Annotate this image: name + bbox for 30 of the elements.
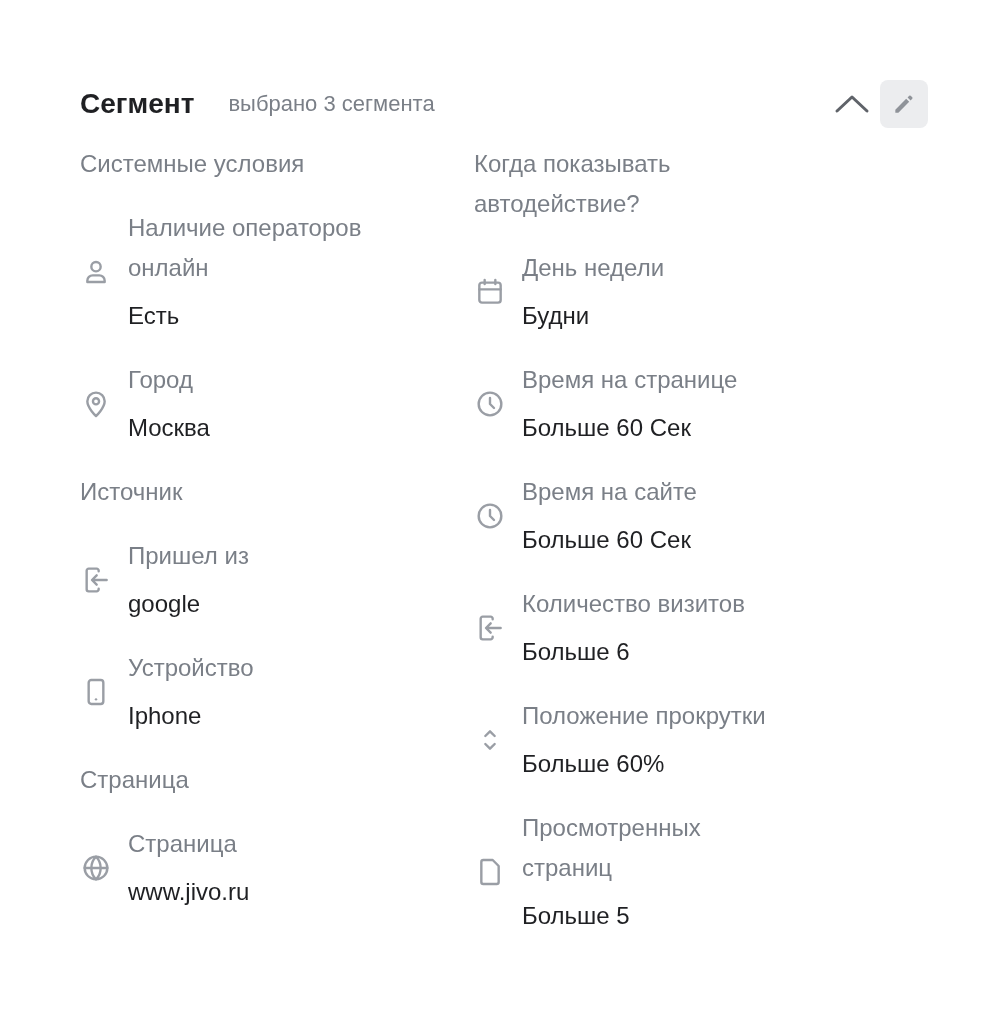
condition-label: Страница	[128, 829, 238, 859]
condition-value: Москва	[128, 413, 211, 443]
condition-value: Iphone	[128, 701, 203, 731]
edit-button[interactable]	[880, 80, 928, 128]
condition-label: Пришел из	[128, 541, 250, 571]
condition-label: Положение прокрутки	[522, 701, 767, 731]
condition-value: Будни	[522, 301, 591, 331]
chevron-up-icon	[834, 93, 870, 115]
condition-label: Время на сайте	[522, 477, 698, 507]
condition-label: День недели	[522, 253, 666, 283]
group-heading: Системные условия	[80, 149, 306, 179]
condition-value: Больше 6	[522, 637, 631, 667]
condition-label: Устройство	[128, 653, 255, 683]
condition-label: Наличие операторов онлайн	[128, 213, 363, 283]
condition-value: Больше 60%	[522, 749, 666, 779]
condition-value: Больше 5	[522, 901, 631, 931]
condition-value: www.jivo.ru	[128, 877, 251, 907]
condition-value: google	[128, 589, 202, 619]
group-heading: Источник	[80, 477, 184, 507]
condition-label: Количество визитов	[522, 589, 746, 619]
group-heading: Страница	[80, 765, 190, 795]
condition-label: Город	[128, 365, 194, 395]
condition-value: Больше 60 Сек	[522, 525, 692, 555]
group-heading: Когда показывать автодействие?	[474, 149, 672, 219]
condition-label: Время на странице	[522, 365, 739, 395]
condition-value: Больше 60 Сек	[522, 413, 692, 443]
selection-count: выбрано 3 сегмента	[228, 91, 436, 117]
condition-label: Просмотренных страниц	[522, 813, 702, 883]
condition-value: Есть	[128, 301, 181, 331]
section-title: Сегмент	[80, 88, 195, 120]
